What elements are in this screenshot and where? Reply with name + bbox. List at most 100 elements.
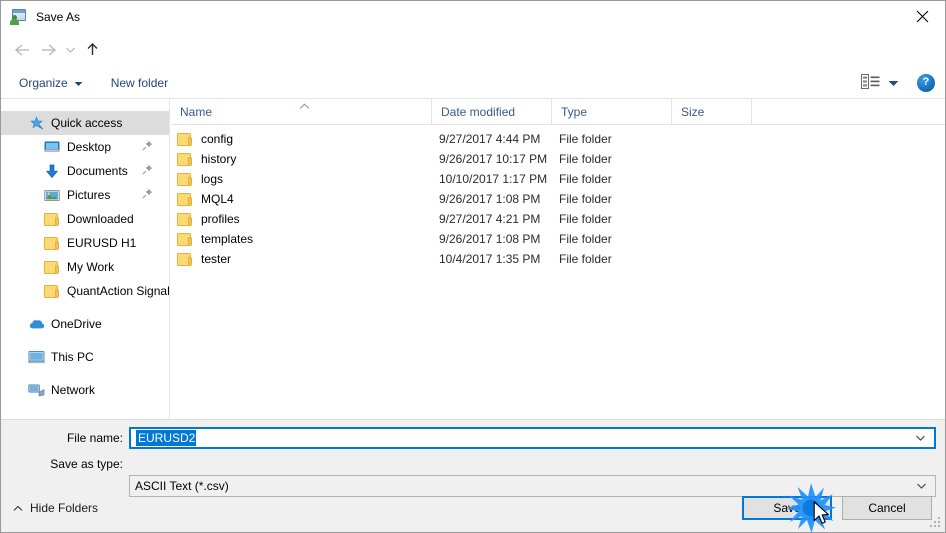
folder-icon [43, 258, 61, 276]
window-title: Save As [36, 9, 81, 24]
file-list: Name Date modified Type Size config 9/27… [171, 99, 945, 419]
cancel-button[interactable]: Cancel [842, 496, 932, 520]
chevron-down-icon [74, 76, 83, 90]
file-name-label: tester [201, 252, 232, 266]
file-type-cell: File folder [559, 132, 612, 146]
table-row[interactable]: profiles 9/27/2017 4:21 PM File folder [171, 209, 945, 229]
table-row[interactable]: logs 10/10/2017 1:17 PM File folder [171, 169, 945, 189]
save-as-type-value: ASCII Text (*.csv) [135, 479, 229, 493]
file-name-input[interactable]: EURUSD2 [129, 427, 936, 449]
sidebar-item-network[interactable]: Network [1, 378, 169, 402]
sidebar-item-label: Network [51, 383, 96, 397]
file-name-label: config [201, 132, 234, 146]
table-row[interactable]: tester 10/4/2017 1:35 PM File folder [171, 249, 945, 269]
chevron-up-icon [13, 501, 23, 515]
sidebar-item-label: QuantAction Signal [67, 284, 169, 298]
command-toolbar: Organize New folder ? [1, 67, 945, 99]
pin-icon[interactable] [142, 140, 153, 154]
sidebar-item-desktop[interactable]: Desktop [1, 135, 169, 159]
sidebar-item-quick-access[interactable]: Quick access [1, 111, 169, 135]
view-layout-icon[interactable] [861, 73, 880, 92]
view-chevron-down-icon[interactable] [888, 76, 899, 90]
file-date-cell: 9/26/2017 10:17 PM [439, 152, 548, 166]
file-name-cell: profiles [177, 212, 240, 226]
resize-grip[interactable] [930, 517, 942, 529]
file-name-cell: tester [177, 252, 231, 266]
help-button[interactable]: ? [917, 73, 935, 92]
file-date-cell: 10/10/2017 1:17 PM [439, 172, 548, 186]
file-type-cell: File folder [559, 252, 612, 266]
file-name-value: EURUSD2 [136, 430, 197, 446]
title-bar: Save As [1, 1, 945, 32]
this-pc-icon [27, 348, 45, 366]
back-button[interactable] [9, 37, 35, 63]
folder-icon [177, 232, 193, 246]
sidebar-item-documents[interactable]: Documents [1, 159, 169, 183]
close-icon[interactable] [899, 1, 945, 31]
table-row[interactable]: templates 9/26/2017 1:08 PM File folder [171, 229, 945, 249]
organize-button[interactable]: Organize [13, 72, 89, 94]
file-name-label: MQL4 [201, 192, 234, 206]
column-header-size[interactable]: Size [671, 99, 751, 124]
pin-icon[interactable] [142, 188, 153, 202]
dialog-body: Quick access Desktop Documents Pictures … [1, 99, 945, 419]
file-name-cell: logs [177, 172, 223, 186]
folder-icon [177, 172, 193, 186]
folder-icon [177, 152, 193, 166]
network-icon [27, 381, 45, 399]
onedrive-cloud-icon [27, 315, 45, 333]
file-name-label: File name: [66, 431, 123, 445]
column-header-label: Date modified [441, 104, 516, 119]
sidebar-item-this-pc[interactable]: This PC [1, 345, 169, 369]
pictures-icon [43, 186, 61, 204]
file-name-cell: templates [177, 232, 253, 246]
column-header-label: Size [681, 104, 705, 119]
save-as-type-label: Save as type: [50, 457, 123, 471]
file-type-cell: File folder [559, 172, 612, 186]
forward-button[interactable] [35, 37, 61, 63]
sidebar-item-label: Documents [67, 164, 128, 178]
column-header-label: Type [561, 104, 588, 119]
sidebar-item-onedrive[interactable]: OneDrive [1, 312, 169, 336]
table-row[interactable]: history 9/26/2017 10:17 PM File folder [171, 149, 945, 169]
save-as-type-select[interactable]: ASCII Text (*.csv) [129, 475, 936, 497]
navigation-sidebar: Quick access Desktop Documents Pictures … [1, 99, 170, 419]
sidebar-item-label: Desktop [67, 140, 112, 154]
folder-icon [177, 252, 193, 266]
sidebar-item-label: Quick access [51, 116, 123, 130]
sidebar-item-quantaction-signal[interactable]: QuantAction Signal [1, 279, 169, 303]
cancel-button-label: Cancel [868, 501, 906, 515]
folder-icon [177, 192, 193, 206]
file-name-chevron-down-icon[interactable] [915, 431, 926, 445]
folder-icon [177, 212, 193, 226]
new-folder-button[interactable]: New folder [105, 72, 174, 94]
file-name-label: logs [201, 172, 224, 186]
save-as-type-chevron-down-icon[interactable] [916, 479, 927, 493]
pin-icon[interactable] [142, 164, 153, 178]
save-button[interactable]: Save [742, 496, 832, 520]
up-button[interactable] [79, 37, 105, 63]
recent-locations-chevron-down-icon[interactable] [61, 37, 79, 63]
sidebar-item-downloaded[interactable]: Downloaded [1, 207, 169, 231]
sidebar-item-my-work[interactable]: My Work [1, 255, 169, 279]
column-header-name[interactable]: Name [171, 99, 431, 124]
column-header-type[interactable]: Type [551, 99, 671, 124]
column-header-filler [751, 99, 945, 124]
save-as-dialog: Save As Search 915566BA06ADA40756... Org… [0, 0, 946, 533]
hide-folders-button[interactable]: Hide Folders [13, 501, 98, 515]
toolbar-right-group: ? [861, 73, 935, 92]
sidebar-item-label: EURUSD H1 [67, 236, 137, 250]
save-button-label: Save [773, 501, 801, 515]
sidebar-item-pictures[interactable]: Pictures [1, 183, 169, 207]
table-row[interactable]: config 9/27/2017 4:44 PM File folder [171, 129, 945, 149]
file-date-cell: 9/27/2017 4:21 PM [439, 212, 541, 226]
navigation-bar: « Roaming › MetaQuotes › Terminal › 9155… [1, 32, 945, 92]
file-name-label: profiles [201, 212, 240, 226]
sort-ascending-icon [299, 99, 310, 113]
column-header-date-modified[interactable]: Date modified [431, 99, 551, 124]
star-pin-icon [27, 114, 45, 132]
sidebar-item-eurusd-h1[interactable]: EURUSD H1 [1, 231, 169, 255]
table-row[interactable]: MQL4 9/26/2017 1:08 PM File folder [171, 189, 945, 209]
